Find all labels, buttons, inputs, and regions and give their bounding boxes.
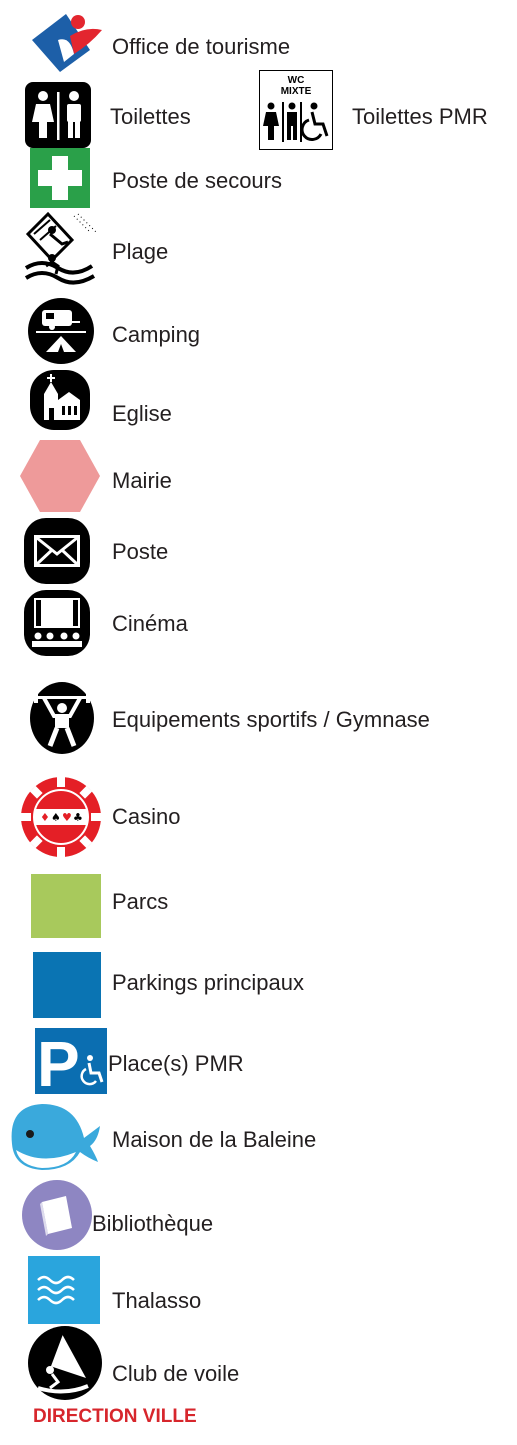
svg-text:♥: ♥ <box>62 811 72 824</box>
cinema-icon <box>24 590 90 656</box>
book-icon <box>22 1180 92 1250</box>
svg-text:P: P <box>37 1028 80 1094</box>
blue-square-icon <box>33 952 101 1018</box>
legend-label-church: Eglise <box>112 401 172 426</box>
toilets-icon <box>25 82 91 148</box>
svg-text:♠: ♠ <box>51 811 61 824</box>
svg-text:♣: ♣ <box>73 811 83 824</box>
legend-label-sports: Equipements sportifs / Gymnase <box>112 707 430 732</box>
legend-label-thalasso: Thalasso <box>112 1288 202 1313</box>
camping-icon <box>28 298 94 364</box>
legend-label-whale: Maison de la Baleine <box>112 1127 317 1152</box>
svg-text:♦: ♦ <box>40 811 50 824</box>
legend-label-parking: Parkings principaux <box>112 970 304 995</box>
first-aid-icon <box>30 148 90 208</box>
whale-icon <box>6 1096 102 1174</box>
mixte-sign-text: MIXTE <box>281 86 312 97</box>
tourism-office-icon <box>30 10 106 74</box>
legend-label-cinema: Cinéma <box>112 611 188 636</box>
legend-label-toilets: Toilettes <box>110 104 191 129</box>
legend-label-pmr-place: Place(s) PMR <box>108 1051 244 1076</box>
legend-label-tourism: Office de tourisme <box>112 34 291 59</box>
church-icon <box>30 370 90 430</box>
legend-label-parks: Parcs <box>112 889 169 914</box>
legend-label-casino: Casino <box>112 804 181 829</box>
wc-sign-text: WC <box>288 75 305 86</box>
legend-label-camping: Camping <box>112 322 201 347</box>
waves-icon <box>28 1256 100 1324</box>
windsurf-icon <box>28 1326 102 1400</box>
beach-icon <box>22 210 100 288</box>
green-square-icon <box>31 874 101 938</box>
legend-label-post: Poste <box>112 539 169 564</box>
accessible-toilets-icon: WC MIXTE <box>259 70 333 150</box>
casino-chip-icon: ♦ ♠ ♥ ♣ <box>20 776 102 858</box>
legend-label-town-hall: Mairie <box>112 468 172 493</box>
legend-label-beach: Plage <box>112 239 169 264</box>
legend-label-first-aid: Poste de secours <box>112 168 282 193</box>
legend-label-library: Bibliothèque <box>92 1211 214 1236</box>
hexagon-icon <box>20 440 100 512</box>
accessible-parking-icon: P <box>35 1028 107 1100</box>
legend-label-toilets-pmr: Toilettes PMR <box>352 104 488 129</box>
weightlifter-icon <box>30 682 94 754</box>
envelope-icon <box>24 518 90 584</box>
legend-label-sailing: Club de voile <box>112 1361 240 1386</box>
direction-ville-label: DIRECTION VILLE <box>33 1406 197 1427</box>
